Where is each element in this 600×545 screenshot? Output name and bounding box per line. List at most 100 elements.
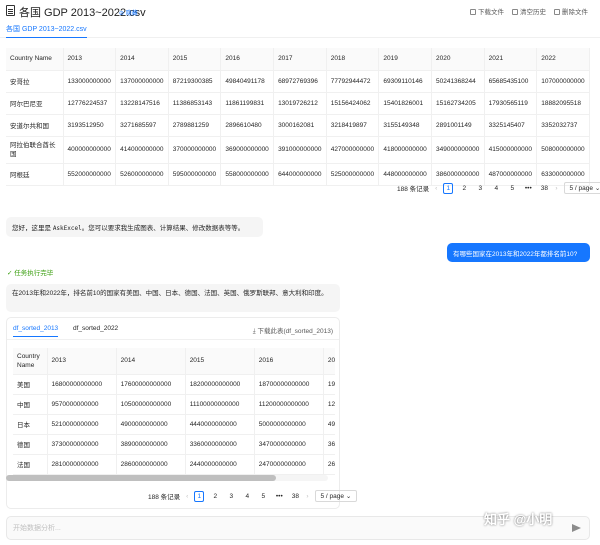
hide-link[interactable]: ⊘ 隐藏 bbox=[119, 8, 138, 17]
table-header-row: Country Name 2013 2014 2015 2016 2017 20… bbox=[6, 48, 590, 71]
value-cell: 5210000000000 bbox=[47, 414, 117, 435]
column-header[interactable]: 2018 bbox=[326, 48, 380, 71]
clear-icon bbox=[512, 9, 518, 15]
prev-page-icon[interactable]: ‹ bbox=[186, 493, 188, 500]
page-button[interactable]: 5 bbox=[258, 493, 268, 500]
download-table-button[interactable]: ⤓ 下载此表(df_sorted_2013) bbox=[253, 325, 333, 336]
country-cell: 安哥拉 bbox=[6, 70, 64, 93]
page-button[interactable]: 3 bbox=[475, 185, 485, 192]
country-cell: 阿拉伯联合酋长国 bbox=[6, 136, 64, 164]
table-body: 安哥拉 133000000000 137000000000 87219300385 49… bbox=[6, 70, 590, 186]
tab-df-sorted-2022[interactable]: df_sorted_2022 bbox=[73, 325, 118, 332]
data-table: Country Name 2013 2014 2015 2016 2017 20… bbox=[6, 48, 590, 186]
delete-file-button[interactable]: 删除文件 bbox=[554, 6, 588, 16]
value-cell: 508000000000 bbox=[536, 136, 590, 164]
prev-page-icon[interactable]: ‹ bbox=[435, 185, 437, 192]
download-file-button[interactable]: 下载文件 bbox=[470, 6, 504, 16]
column-header[interactable]: Country Name bbox=[13, 348, 48, 375]
value-cell: 5000000000000 bbox=[254, 414, 324, 435]
page-size-select[interactable]: 5 / page ⌄ bbox=[314, 490, 358, 502]
table-row: 日本 5210000000000 4900000000000 444000000000… bbox=[13, 414, 335, 435]
page-button[interactable]: 2 bbox=[210, 493, 220, 500]
page-button[interactable]: 4 bbox=[491, 185, 501, 192]
column-header[interactable]: 2014 bbox=[116, 348, 186, 375]
value-cell: 525000000000 bbox=[326, 163, 380, 186]
table-row: 美国 16800000000000 17600000000000 1820000000… bbox=[13, 374, 335, 395]
horizontal-scrollbar[interactable] bbox=[6, 475, 328, 481]
tab-file[interactable]: 各国 GDP 2013~2022.csv bbox=[6, 24, 87, 38]
assistant-message: 您好，这里是 AskExcel。您可以要求我生成图表、计算结果、修改数据表等等。 bbox=[6, 217, 263, 237]
page-size-label: 5 / page bbox=[569, 185, 594, 192]
value-cell: 3218419897 bbox=[326, 114, 380, 137]
assistant-answer: 在2013年和2022年，排名前10的国家有美国、中国、日本、德国、法国、英国、… bbox=[6, 284, 340, 312]
pagination: 188 条记录 ‹ 1 2 3 4 5 ••• 38 › 5 / page ⌄ bbox=[397, 182, 600, 194]
column-header[interactable]: 2017 bbox=[273, 48, 327, 71]
value-cell: 16800000000000 bbox=[47, 374, 117, 395]
value-cell: 13019726212 bbox=[273, 92, 327, 115]
page-button[interactable]: 5 bbox=[507, 185, 517, 192]
page-button[interactable]: 38 bbox=[290, 493, 300, 500]
value-cell: 2470000000000 bbox=[254, 454, 324, 475]
column-header[interactable]: 2016 bbox=[254, 348, 324, 375]
clear-history-label: 清空历史 bbox=[520, 9, 546, 16]
value-cell: 18200000000000 bbox=[185, 374, 255, 395]
column-header[interactable]: 2022 bbox=[536, 48, 590, 71]
tab-df-sorted-2013[interactable]: df_sorted_2013 bbox=[13, 325, 59, 337]
value-cell: 369000000000 bbox=[220, 136, 275, 164]
value-cell: 11100000000000 bbox=[185, 394, 255, 415]
next-page-icon[interactable]: › bbox=[555, 185, 557, 192]
send-icon[interactable] bbox=[572, 524, 581, 532]
column-header[interactable]: 2020 bbox=[431, 48, 485, 71]
page-button[interactable]: 38 bbox=[539, 185, 549, 192]
column-header[interactable]: 2019 bbox=[378, 48, 432, 71]
table-row: 阿拉伯联合酋长国 400000000000 414000000000 37000000… bbox=[6, 136, 590, 164]
value-cell: 15156424062 bbox=[326, 92, 380, 115]
message-text: 。您可以要求我生成图表、计算结果、修改数据表等等。 bbox=[81, 225, 245, 232]
column-header[interactable]: 2013 bbox=[63, 48, 117, 71]
page-ellipsis[interactable]: ••• bbox=[274, 493, 284, 500]
header: 各国 GDP 2013~2022.csv ⊘ 隐藏 下载文件 清空历史 删除文件 bbox=[0, 0, 600, 22]
page-button[interactable]: 2 bbox=[459, 185, 469, 192]
page-button[interactable]: 1 bbox=[194, 490, 205, 502]
value-cell: 3271685597 bbox=[115, 114, 169, 137]
table-row: 德国 3730000000000 3890000000000 336000000000… bbox=[13, 434, 335, 455]
page-button[interactable]: 4 bbox=[242, 493, 252, 500]
column-header[interactable]: 2015 bbox=[185, 348, 255, 375]
page-size-label: 5 / page bbox=[320, 493, 345, 500]
table-header-row: Country Name 2013 2014 2015 2016 2017 bbox=[13, 348, 335, 375]
value-cell: 3193512950 bbox=[63, 114, 117, 137]
country-cell: 德国 bbox=[13, 434, 48, 455]
column-header[interactable]: Country Name bbox=[6, 48, 64, 71]
table-body: 美国 16800000000000 17600000000000 1820000000… bbox=[13, 374, 335, 475]
value-cell: 2810000000000 bbox=[47, 454, 117, 475]
value-cell: 595000000000 bbox=[168, 163, 222, 186]
chat-input[interactable] bbox=[13, 521, 533, 535]
page-size-select[interactable]: 5 / page ⌄ bbox=[563, 182, 600, 194]
next-page-icon[interactable]: › bbox=[306, 493, 308, 500]
result-table-scroll[interactable]: Country Name 2013 2014 2015 2016 2017 美国… bbox=[13, 348, 335, 480]
column-header[interactable]: 2021 bbox=[484, 48, 538, 71]
file-icon bbox=[6, 5, 15, 16]
scrollbar-thumb[interactable] bbox=[6, 475, 276, 481]
message-code: AskExcel bbox=[52, 225, 82, 232]
page-button[interactable]: 1 bbox=[443, 182, 454, 194]
value-cell: 4440000000000 bbox=[185, 414, 255, 435]
page-button[interactable]: 3 bbox=[226, 493, 236, 500]
page-ellipsis[interactable]: ••• bbox=[523, 185, 533, 192]
chevron-down-icon: ⌄ bbox=[345, 493, 352, 500]
value-cell: 2789881259 bbox=[168, 114, 222, 137]
download-table-label: 下载此表(df_sorted_2013) bbox=[257, 328, 333, 335]
value-cell: 415000000000 bbox=[484, 136, 538, 164]
column-header[interactable]: 2015 bbox=[168, 48, 222, 71]
value-cell: 3360000000000 bbox=[185, 434, 255, 455]
user-message: 有哪些国家在2013年和2022年都排名前10? bbox=[447, 243, 590, 262]
column-header[interactable]: 2014 bbox=[115, 48, 169, 71]
column-header[interactable]: 2016 bbox=[220, 48, 275, 71]
value-cell: 49840491178 bbox=[220, 70, 275, 93]
download-icon bbox=[470, 9, 476, 15]
column-header[interactable]: 2017 bbox=[323, 348, 335, 375]
watermark: 知乎 @小明 bbox=[484, 512, 553, 527]
task-status: ✓ 任务执行完毕 bbox=[7, 270, 54, 277]
column-header[interactable]: 2013 bbox=[47, 348, 117, 375]
clear-history-button[interactable]: 清空历史 bbox=[512, 6, 546, 16]
